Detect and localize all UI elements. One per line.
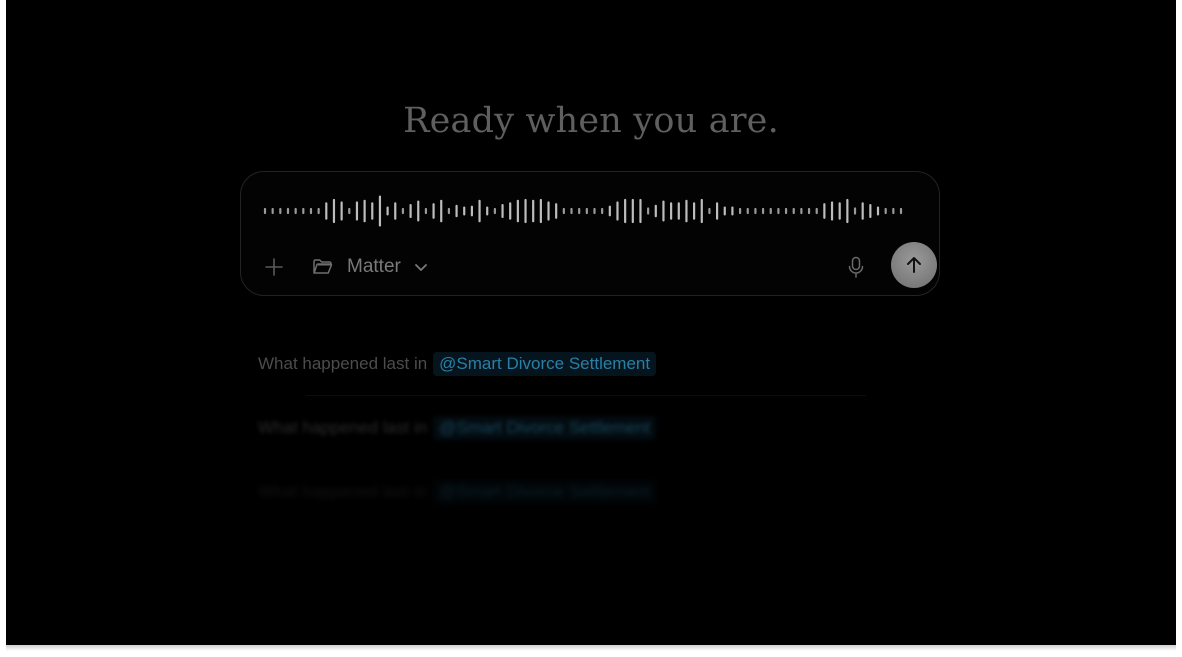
suggestion-prefix: What happened last in — [258, 482, 428, 501]
suggestion-prefix: What happened last in — [258, 354, 428, 373]
suggestion-item[interactable]: What happened last in @Smart Divorce Set… — [258, 479, 657, 505]
microphone-icon — [848, 256, 864, 278]
matter-selector[interactable]: Matter — [311, 250, 429, 284]
matter-label: Matter — [347, 256, 401, 277]
window-shadow — [6, 645, 1176, 651]
folder-icon — [313, 259, 333, 274]
plus-icon — [265, 258, 283, 276]
chevron-down-icon — [414, 264, 427, 271]
matter-tag[interactable]: @Smart Divorce Settlement — [433, 416, 657, 440]
matter-tag[interactable]: @Smart Divorce Settlement — [433, 480, 657, 504]
chat-composer[interactable]: Matter — [240, 171, 940, 296]
page-title: Ready when you are. — [403, 101, 779, 141]
arrow-up-icon — [907, 257, 921, 273]
app-background: Ready when you are. Matter What happened… — [6, 0, 1176, 645]
suggestion-item[interactable]: What happened last in @Smart Divorce Set… — [258, 351, 657, 377]
voice-waveform — [263, 195, 903, 227]
add-attachment-button[interactable] — [261, 254, 287, 280]
composer-toolbar: Matter — [241, 242, 939, 290]
matter-tag[interactable]: @Smart Divorce Settlement — [433, 352, 657, 376]
suggestion-item[interactable]: What happened last in @Smart Divorce Set… — [258, 415, 657, 441]
divider — [306, 395, 866, 396]
send-button[interactable] — [891, 242, 937, 288]
suggestion-prefix: What happened last in — [258, 418, 428, 437]
microphone-button[interactable] — [843, 254, 869, 280]
